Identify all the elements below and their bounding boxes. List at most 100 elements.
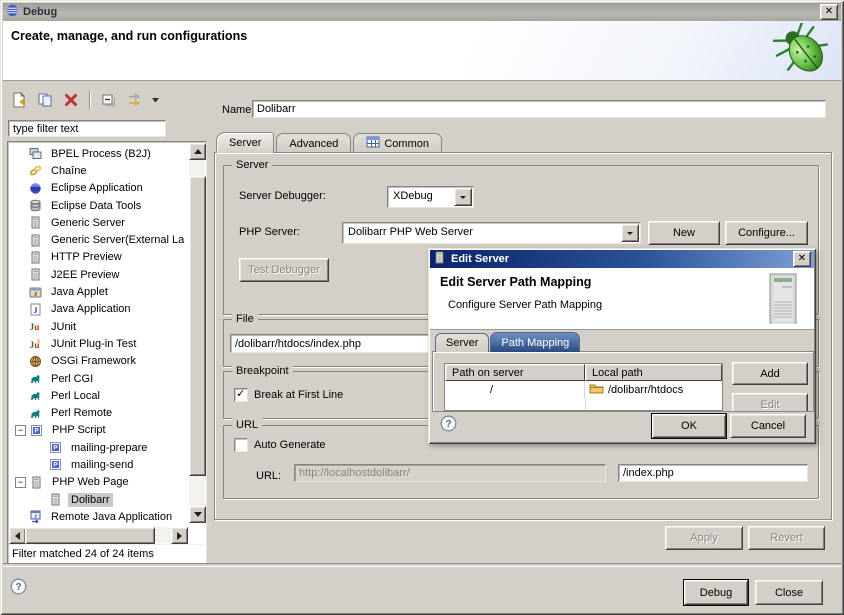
tree-item-eclipse-data-tools[interactable]: Eclipse Data Tools <box>9 197 188 214</box>
delete-config-icon[interactable] <box>60 89 82 111</box>
close-button[interactable]: Close <box>755 580 823 605</box>
svg-text:?: ? <box>15 582 21 593</box>
scroll-up-icon[interactable] <box>189 143 206 160</box>
help-icon[interactable]: ? <box>440 415 457 435</box>
tree-item-junit[interactable]: JuJUnit <box>9 318 188 335</box>
tree-item-mailing-prepare[interactable]: Pmailing-prepare <box>9 439 188 456</box>
vertical-scrollbar[interactable] <box>189 143 205 523</box>
table-cell-local-path[interactable]: /dolibarr/htdocs <box>585 381 722 398</box>
tree-item-osgi-framework[interactable]: OSGi Framework <box>9 353 188 370</box>
tree-item-php-web-page[interactable]: − PHP Web Page <box>9 474 188 491</box>
url-path-input[interactable] <box>618 464 808 482</box>
horizontal-scrollbar[interactable] <box>9 527 188 543</box>
new-config-icon[interactable] <box>8 89 30 111</box>
dialog-title: Edit Server <box>451 253 509 265</box>
debug-button[interactable]: Debug <box>684 580 748 605</box>
collapse-all-icon[interactable] <box>98 89 120 111</box>
local-path-value: /dolibarr/htdocs <box>608 384 683 396</box>
tree-item-label: J2EE Preview <box>48 268 122 282</box>
selected-value: XDebug <box>393 190 453 202</box>
break-first-line-checkbox[interactable] <box>234 388 248 402</box>
eclipse-logo-icon <box>6 4 19 20</box>
scroll-right-icon[interactable] <box>171 527 188 544</box>
tab-common[interactable]: Common <box>353 133 442 153</box>
filter-input[interactable] <box>8 120 166 137</box>
cancel-button[interactable]: Cancel <box>730 414 806 438</box>
apply-button: Apply <box>665 526 743 550</box>
column-header-local-path[interactable]: Local path <box>585 364 722 381</box>
tree-item-remote-java-application[interactable]: J Remote Java Application <box>9 508 188 525</box>
dropdown-caret-icon[interactable] <box>150 89 160 111</box>
scroll-left-icon[interactable] <box>9 527 26 544</box>
dialog-header: Edit Server Path Mapping Configure Serve… <box>430 268 814 330</box>
tree-item-mailing-send[interactable]: Pmailing-send <box>9 456 188 473</box>
tree-item-label: Java Application <box>48 302 134 316</box>
tree-item-http-preview[interactable]: HTTP Preview <box>9 249 188 266</box>
configurations-tree-panel: BPEL Process (B2J)ChaîneEclipse Applicat… <box>7 141 207 564</box>
server-icon <box>29 234 44 247</box>
chevron-down-icon[interactable] <box>454 188 472 206</box>
dialog-subheading: Configure Server Path Mapping <box>448 299 602 311</box>
path-mapping-table[interactable]: Path on server Local path / /dolibarr/ht… <box>444 363 723 411</box>
tab-advanced[interactable]: Advanced <box>276 133 351 153</box>
close-icon[interactable]: ✕ <box>793 251 811 267</box>
collapse-toggle-icon[interactable]: − <box>15 425 26 436</box>
configure-button[interactable]: Configure... <box>725 221 808 245</box>
tree-item-label: PHP Web Page <box>49 475 132 489</box>
tree-item-label: Remote Java Application <box>48 510 175 524</box>
chevron-down-icon[interactable] <box>621 224 639 242</box>
tree-item-perl-local[interactable]: Perl Local <box>9 387 188 404</box>
column-header-path-on-server[interactable]: Path on server <box>445 364 585 381</box>
filter-launch-icon[interactable] <box>124 89 146 111</box>
scroll-down-icon[interactable] <box>189 506 206 523</box>
dialog-titlebar[interactable]: Edit Server ✕ <box>430 250 814 268</box>
server-icon <box>29 251 44 264</box>
remote-java-icon: J <box>29 510 44 523</box>
tree-item-php-script[interactable]: −PPHP Script <box>9 422 188 439</box>
tree-item-generic-server[interactable]: Generic Server <box>9 214 188 231</box>
tree-item-bpel-process-b2j[interactable]: BPEL Process (B2J) <box>9 145 188 162</box>
tree-item-dolibarr[interactable]: Dolibarr <box>9 491 188 508</box>
name-label: Name: <box>222 104 254 116</box>
tree-item-cha-ne[interactable]: Chaîne <box>9 162 188 179</box>
tab-path-mapping[interactable]: Path Mapping <box>490 332 580 352</box>
tree-item-junit-plug-in-test[interactable]: JuJUnit Plug-in Test <box>9 335 188 352</box>
add-button[interactable]: Add <box>732 362 808 385</box>
tab-server[interactable]: Server <box>216 132 274 153</box>
empty-row-divider <box>585 398 723 410</box>
window-titlebar[interactable]: Debug ✕ <box>3 3 841 21</box>
perl-icon <box>29 389 44 402</box>
name-input[interactable] <box>252 100 826 118</box>
duplicate-config-icon[interactable] <box>34 89 56 111</box>
java-application-icon: J <box>29 303 44 316</box>
tree-item-java-applet[interactable]: JJava Applet <box>9 283 188 300</box>
tree-item-label: Perl CGI <box>48 372 96 386</box>
tree-item-generic-server-external-la[interactable]: Generic Server(External La <box>9 231 188 248</box>
server-icon <box>29 216 44 229</box>
tree-item-label: mailing-prepare <box>68 441 150 455</box>
tree-item-label: mailing-send <box>68 458 136 472</box>
scrollbar-thumb[interactable] <box>189 176 206 476</box>
selected-value: Dolibarr PHP Web Server <box>348 226 620 238</box>
ok-button[interactable]: OK <box>652 414 726 438</box>
auto-generate-checkbox[interactable] <box>234 438 248 452</box>
config-tabbar: Server Advanced Common <box>216 133 444 153</box>
server-tower-image <box>768 272 798 328</box>
close-icon[interactable]: ✕ <box>820 4 838 20</box>
tree-item-perl-cgi[interactable]: Perl CGI <box>9 370 188 387</box>
tree-item-perl-remote[interactable]: Perl Remote <box>9 404 188 421</box>
new-server-button[interactable]: New <box>648 221 720 245</box>
tab-server[interactable]: Server <box>435 333 489 352</box>
table-cell-path-on-server[interactable]: / <box>445 381 585 398</box>
help-icon[interactable]: ? <box>10 578 27 598</box>
tree-item-j2ee-preview[interactable]: J2EE Preview <box>9 266 188 283</box>
scrollbar-thumb[interactable] <box>25 527 155 544</box>
php-server-select[interactable]: Dolibarr PHP Web Server <box>342 222 641 244</box>
group-title: Server <box>232 158 272 172</box>
tree-item-java-application[interactable]: J Java Application <box>9 301 188 318</box>
edit-server-dialog: Edit Server ✕ Edit Server Path Mapping C… <box>428 248 816 444</box>
server-debugger-select[interactable]: XDebug <box>387 186 474 208</box>
tree-item-eclipse-application[interactable]: Eclipse Application <box>9 180 188 197</box>
tree-item-label: Perl Local <box>48 389 103 403</box>
collapse-toggle-icon[interactable]: − <box>15 477 26 488</box>
